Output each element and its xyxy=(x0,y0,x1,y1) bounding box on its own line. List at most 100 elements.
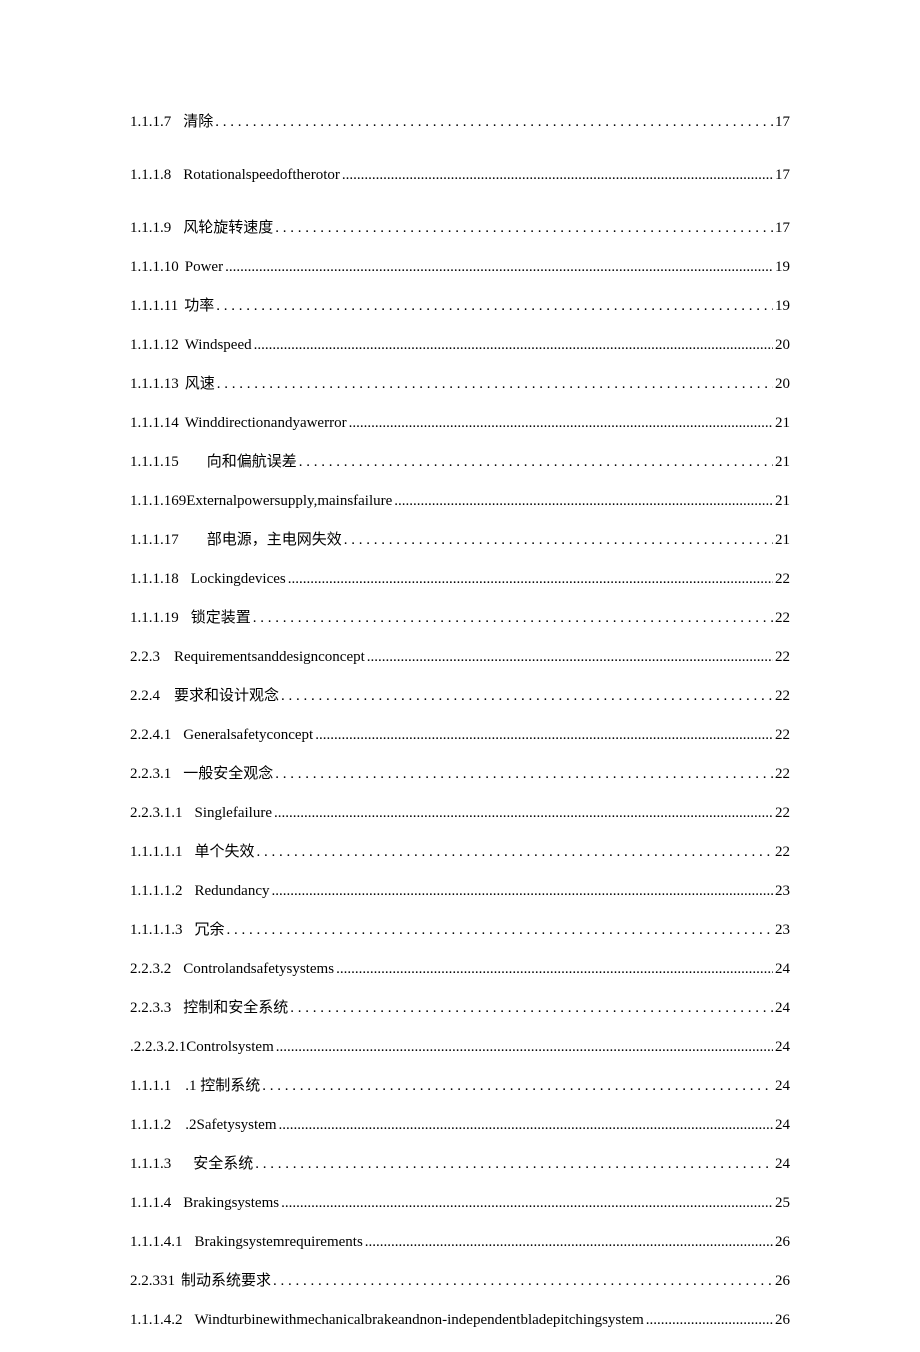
toc-entry-number: 2.2.4.1 xyxy=(130,727,171,743)
toc-entry-number: 2.2.3.1.1 xyxy=(130,805,183,821)
toc-entry-page: 21 xyxy=(775,494,790,509)
table-of-contents: 1.1.1.7清除171.1.1.8Rotationalspeedofthero… xyxy=(130,115,790,1352)
toc-entry-title: Winddirectionandyawerror xyxy=(185,415,347,431)
toc-entry-title: 冗余 xyxy=(195,922,225,938)
toc-entry-title: Singlefailure xyxy=(195,805,272,821)
toc-row: 1.1.1.19锁定装置22 xyxy=(130,611,790,626)
toc-row: 1.1.1.8Rotationalspeedoftherotor 17 xyxy=(130,168,790,183)
toc-row: .2.2.3.2.1Controlsystem24 xyxy=(130,1040,790,1055)
toc-row: 1.1.1.17部电源，主电网失效21 xyxy=(130,533,790,548)
toc-entry-page: 22 xyxy=(775,650,790,665)
toc-entry-number: 1.1.1.11 xyxy=(130,298,178,314)
toc-entry-title: Redundancy xyxy=(195,883,270,899)
toc-entry-page: 17 xyxy=(775,168,790,183)
toc-entry-page: 20 xyxy=(775,377,790,392)
toc-row: 1.1.1.15 向和偏航误差 21 xyxy=(130,455,790,470)
toc-entry-label: 1.1.1.15 向和偏航误差 xyxy=(130,455,297,470)
toc-row: 1.1.1.1.3冗余23 xyxy=(130,923,790,938)
toc-entry-page: 21 xyxy=(775,455,790,470)
toc-entry-page: 24 xyxy=(775,962,790,977)
toc-row: 2.2.3.1一般安全观念 22 xyxy=(130,767,790,782)
toc-entry-label: 2.2.4要求和设计观念 xyxy=(130,689,279,704)
toc-leader xyxy=(288,572,773,587)
toc-entry-label: 1.1.1.169Externalpowersupply,mainsfailur… xyxy=(130,494,392,509)
toc-entry-number: 1.1.1.9 xyxy=(130,220,171,236)
toc-entry-title: 风轮旋转速度 xyxy=(183,220,273,236)
toc-leader xyxy=(216,299,773,314)
toc-entry-label: .2.2.3.2.1Controlsystem xyxy=(130,1040,274,1055)
toc-entry-label: 1.1.1.11 功率 xyxy=(130,299,214,314)
toc-entry-page: 25 xyxy=(775,1196,790,1211)
toc-row: 1.1.1.169Externalpowersupply,mainsfailur… xyxy=(130,494,790,509)
toc-row: 1.1.1.2.2Safetysystem24 xyxy=(130,1118,790,1133)
toc-row: 2.2.3.3控制和安全系统24 xyxy=(130,1001,790,1016)
toc-entry-label: 2.2.3.2 Controlandsafetysystems xyxy=(130,962,334,977)
toc-entry-label: 1.1.1.18Lockingdevices xyxy=(130,572,286,587)
toc-entry-title: 制动系统要求 xyxy=(181,1273,271,1289)
toc-entry-title: 功率 xyxy=(184,298,214,314)
toc-leader xyxy=(336,962,773,977)
toc-leader xyxy=(215,115,773,130)
toc-leader xyxy=(262,1079,773,1094)
toc-entry-title: 风速 xyxy=(185,376,215,392)
toc-row: 1.1.1.4.2Windturbinewithmechanicalbrakea… xyxy=(130,1313,790,1328)
toc-entry-page: 26 xyxy=(775,1313,790,1328)
toc-leader xyxy=(281,689,773,704)
toc-entry-label: 1.1.1.8Rotationalspeedoftherotor xyxy=(130,168,340,183)
toc-entry-title: Brakingsystems xyxy=(183,1195,279,1211)
toc-entry-label: 1.1.1.4Brakingsystems xyxy=(130,1196,279,1211)
toc-row: 1.1.1.11功率19 xyxy=(130,299,790,314)
toc-entry-number: 2.2.3.2 xyxy=(130,961,171,977)
toc-entry-title: 向和偏航误差 xyxy=(207,454,297,470)
toc-entry-page: 26 xyxy=(775,1235,790,1250)
toc-row: 1.1.1.1.1 控制系统 24 xyxy=(130,1079,790,1094)
toc-leader xyxy=(227,923,773,938)
toc-leader xyxy=(349,416,773,431)
toc-row: 1.1.1.14Winddirectionandyawerror21 xyxy=(130,416,790,431)
toc-leader xyxy=(394,494,773,509)
toc-leader xyxy=(299,455,773,470)
toc-row: 1.1.1.4.1Brakingsystemrequirements 26 xyxy=(130,1235,790,1250)
toc-entry-title: Windturbinewithmechanicalbrakeandnon-ind… xyxy=(195,1312,644,1328)
toc-row: 2.2.3.2 Controlandsafetysystems 24 xyxy=(130,962,790,977)
toc-entry-page: 17 xyxy=(775,221,790,236)
toc-entry-label: 2.2.3.1一般安全观念 xyxy=(130,767,273,782)
toc-entry-label: 1.1.1.10Power xyxy=(130,260,223,275)
toc-row: 1.1.1.7清除 17 xyxy=(130,115,790,130)
toc-entry-page: 22 xyxy=(775,767,790,782)
toc-row: 2.2.4要求和设计观念22 xyxy=(130,689,790,704)
toc-entry-page: 21 xyxy=(775,416,790,431)
toc-leader xyxy=(253,611,773,626)
toc-entry-label: 1.1.1.2.2Safetysystem xyxy=(130,1118,277,1133)
toc-row: 1.1.1.3安全系统24 xyxy=(130,1157,790,1172)
toc-entry-title: Controlandsafetysystems xyxy=(183,961,334,977)
toc-leader xyxy=(315,728,773,743)
toc-entry-title: 部电源，主电网失效 xyxy=(207,532,342,548)
toc-entry-label: 1.1.1.19锁定装置 xyxy=(130,611,251,626)
toc-entry-label: 1.1.1.9 风轮旋转速度 xyxy=(130,221,273,236)
toc-entry-number: 2.2.3 xyxy=(130,649,160,665)
toc-entry-title: 控制和安全系统 xyxy=(183,1000,288,1016)
toc-entry-title: .2Safetysystem xyxy=(185,1117,276,1133)
toc-entry-label: 1.1.1.1.1 控制系统 xyxy=(130,1079,260,1094)
toc-entry-label: 1.1.1.1.2 Redundancy xyxy=(130,884,269,899)
toc-leader xyxy=(344,533,773,548)
toc-entry-page: 24 xyxy=(775,1079,790,1094)
toc-entry-number: 2.2.4 xyxy=(130,688,160,704)
toc-leader xyxy=(257,845,773,860)
toc-entry-label: 1.1.1.4.1Brakingsystemrequirements xyxy=(130,1235,363,1250)
toc-entry-label: 1.1.1.1.1单个失效 xyxy=(130,845,255,860)
toc-entry-title: 一般安全观念 xyxy=(183,766,273,782)
toc-entry-number: 1.1.1.1.3 xyxy=(130,922,183,938)
toc-leader xyxy=(225,260,773,275)
toc-entry-label: 1.1.1.7清除 xyxy=(130,115,213,130)
toc-leader xyxy=(255,1157,773,1172)
toc-entry-number: 1.1.1.1.1 xyxy=(130,844,183,860)
toc-entry-number: 1.1.1.1.2 xyxy=(130,883,183,899)
toc-entry-page: 17 xyxy=(775,115,790,130)
toc-entry-number: 1.1.1.4.1 xyxy=(130,1234,183,1250)
toc-entry-number: 1.1.1.18 xyxy=(130,571,179,587)
toc-entry-number: 1.1.1.15 xyxy=(130,454,179,470)
toc-entry-label: 2.2.4.1Generalsafetyconcept xyxy=(130,728,313,743)
toc-leader xyxy=(275,767,773,782)
